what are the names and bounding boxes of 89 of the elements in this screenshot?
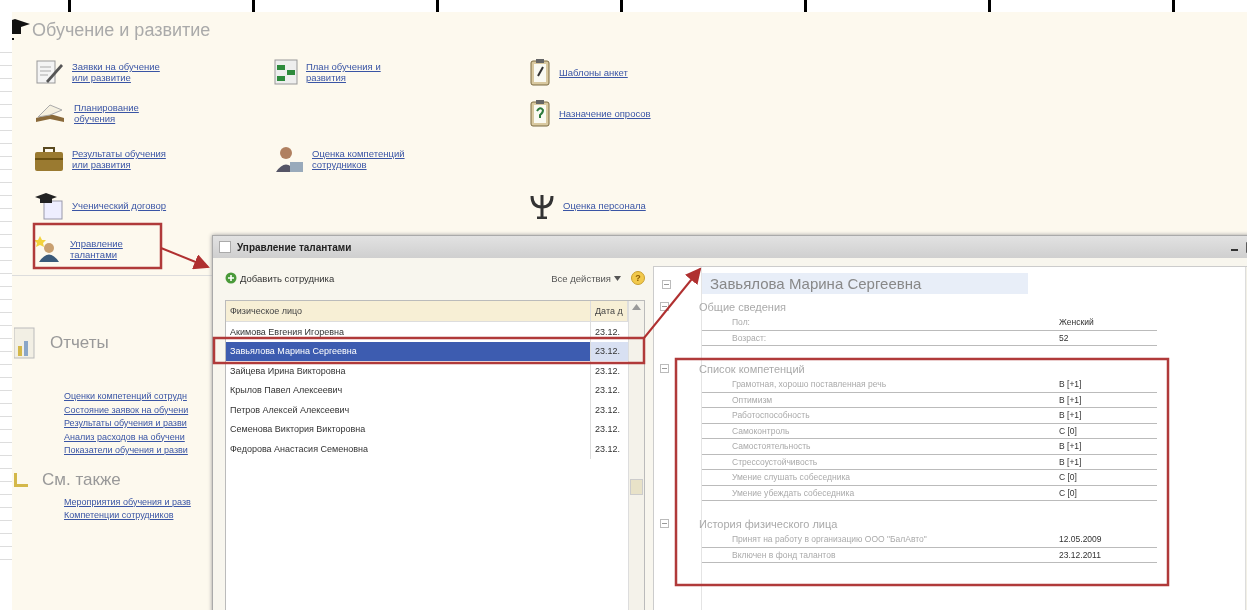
scroll-thumb[interactable] bbox=[630, 479, 643, 495]
field-label: Умение слушать собеседника bbox=[731, 472, 852, 483]
report-link[interactable]: Результаты обучения и разви bbox=[64, 417, 214, 431]
field-label: Самоконтроль bbox=[731, 425, 791, 436]
field-label: Работоспособность bbox=[731, 410, 811, 421]
field-value: C [0] bbox=[1059, 425, 1077, 436]
field-label: Умение убеждать собеседника bbox=[731, 487, 856, 498]
field-label: Стрессоустойчивость bbox=[731, 456, 819, 467]
table-cell: Семенова Виктория Викторовна bbox=[226, 419, 591, 439]
pointer-arrow bbox=[160, 247, 210, 270]
field-value: B [+1] bbox=[1059, 394, 1082, 405]
nav-link[interactable]: Планирование обучения bbox=[74, 102, 170, 124]
add-employee-button[interactable]: Добавить сотрудника bbox=[225, 272, 335, 284]
nav-link[interactable]: Шаблоны анкет bbox=[559, 66, 655, 78]
clipboard-question-icon bbox=[529, 99, 551, 127]
nav-link[interactable]: Оценка компетенций сотрудников bbox=[312, 148, 408, 170]
collapse-icon[interactable] bbox=[660, 519, 669, 528]
table-cell: Акимова Евгения Игоревна bbox=[226, 321, 591, 342]
field-label: Самостоятельность bbox=[731, 441, 812, 452]
field-value: B [+1] bbox=[1059, 379, 1082, 390]
collapse-icon[interactable] bbox=[660, 364, 669, 373]
table-cell: Федорова Анастасия Семеновна bbox=[226, 439, 591, 459]
mortarboard-document-icon bbox=[34, 191, 64, 220]
report-link[interactable]: Показатели обучения и разви bbox=[64, 444, 214, 458]
collapse-icon[interactable] bbox=[662, 280, 671, 289]
nav-link[interactable]: Заявки на обучение или развитие bbox=[72, 61, 168, 83]
window-title: Управление талантами bbox=[237, 241, 352, 253]
related-link[interactable]: Компетенции сотрудников bbox=[64, 509, 214, 523]
window-icon bbox=[219, 241, 231, 253]
group-title: Общие сведения bbox=[699, 300, 787, 313]
field-label: Оптимизм bbox=[731, 394, 774, 405]
table-cell: 23.12. bbox=[590, 400, 628, 420]
column-header[interactable]: Дата д bbox=[590, 301, 628, 322]
open-book-icon bbox=[34, 102, 66, 124]
field-label: Включен в фонд талантов bbox=[731, 549, 837, 560]
all-actions-button[interactable]: Все действия bbox=[551, 272, 621, 284]
table-cell: Завьялова Марина Сергеевна bbox=[226, 341, 591, 361]
table-cell: 23.12. bbox=[590, 380, 628, 400]
table-cell: 23.12. bbox=[590, 341, 628, 361]
report-link[interactable]: Оценки компетенций сотрудн bbox=[64, 390, 214, 404]
group-title: Список компетенций bbox=[699, 362, 805, 375]
person-icon bbox=[274, 144, 304, 174]
table-cell: Крылов Павел Алексеевич bbox=[226, 380, 591, 400]
field-value: 52 bbox=[1059, 332, 1069, 343]
nav-link[interactable]: Управление талантами bbox=[70, 238, 166, 260]
table-cell: 23.12. bbox=[590, 321, 628, 342]
plus-circle-icon bbox=[225, 272, 237, 284]
table-cell: Петров Алексей Алексеевич bbox=[226, 400, 591, 420]
nav-link[interactable]: Оценка персонала bbox=[563, 200, 659, 211]
field-value: C [0] bbox=[1059, 487, 1077, 498]
report-link[interactable]: Состояние заявок на обучени bbox=[64, 403, 214, 417]
column-header[interactable]: Физическое лицо bbox=[226, 301, 591, 322]
field-value: 23.12.2011 bbox=[1059, 549, 1101, 560]
field-label: Возраст: bbox=[731, 332, 768, 343]
field-value: B [+1] bbox=[1059, 410, 1082, 421]
field-value: B [+1] bbox=[1059, 441, 1082, 452]
caret-icon bbox=[614, 275, 621, 281]
table-cell: Зайцева Ирина Викторовна bbox=[226, 361, 591, 381]
nav-link[interactable]: Назначение опросов bbox=[559, 107, 655, 119]
trident-icon bbox=[529, 192, 555, 219]
person-star-icon bbox=[34, 235, 62, 263]
report-link[interactable]: Анализ расходов на обучени bbox=[64, 430, 214, 444]
scroll-up-icon[interactable] bbox=[632, 303, 641, 310]
nav-link[interactable]: Результаты обучения или развития bbox=[72, 148, 168, 170]
field-value: C [0] bbox=[1059, 472, 1077, 483]
field-value: Женский bbox=[1059, 317, 1094, 328]
help-button[interactable]: ? bbox=[631, 271, 645, 285]
scrollbar[interactable] bbox=[628, 301, 644, 610]
table-cell: 23.12. bbox=[590, 419, 628, 439]
field-value: B [+1] bbox=[1059, 456, 1082, 467]
field-label: Пол: bbox=[731, 317, 751, 328]
group-title: История физического лица bbox=[699, 517, 838, 530]
field-value: 12.05.2009 bbox=[1059, 534, 1102, 545]
related-link[interactable]: Мероприятия обучения и разв bbox=[64, 495, 214, 509]
person-name-heading: Завьялова Марина Сергеевна bbox=[702, 273, 1028, 294]
field-label: Принят на работу в организацию ООО "БалАвто" bbox=[731, 534, 928, 545]
field-label: Грамотная, хорошо поставленная речь bbox=[731, 379, 888, 390]
document-pencil-icon bbox=[34, 59, 64, 85]
section-title: Обучение и развитие bbox=[32, 19, 211, 41]
table-cell: 23.12. bbox=[590, 439, 628, 459]
flowchart-icon bbox=[274, 59, 298, 85]
table-cell: 23.12. bbox=[590, 361, 628, 381]
briefcase-icon bbox=[34, 146, 64, 172]
nav-link[interactable]: Ученический договор bbox=[72, 200, 168, 211]
collapse-icon[interactable] bbox=[660, 302, 669, 311]
clipboard-icon bbox=[529, 58, 551, 86]
see-also-heading: См. также bbox=[42, 469, 121, 490]
reports-heading: Отчеты bbox=[50, 333, 109, 353]
nav-link[interactable]: План обучения и развития bbox=[306, 61, 402, 83]
